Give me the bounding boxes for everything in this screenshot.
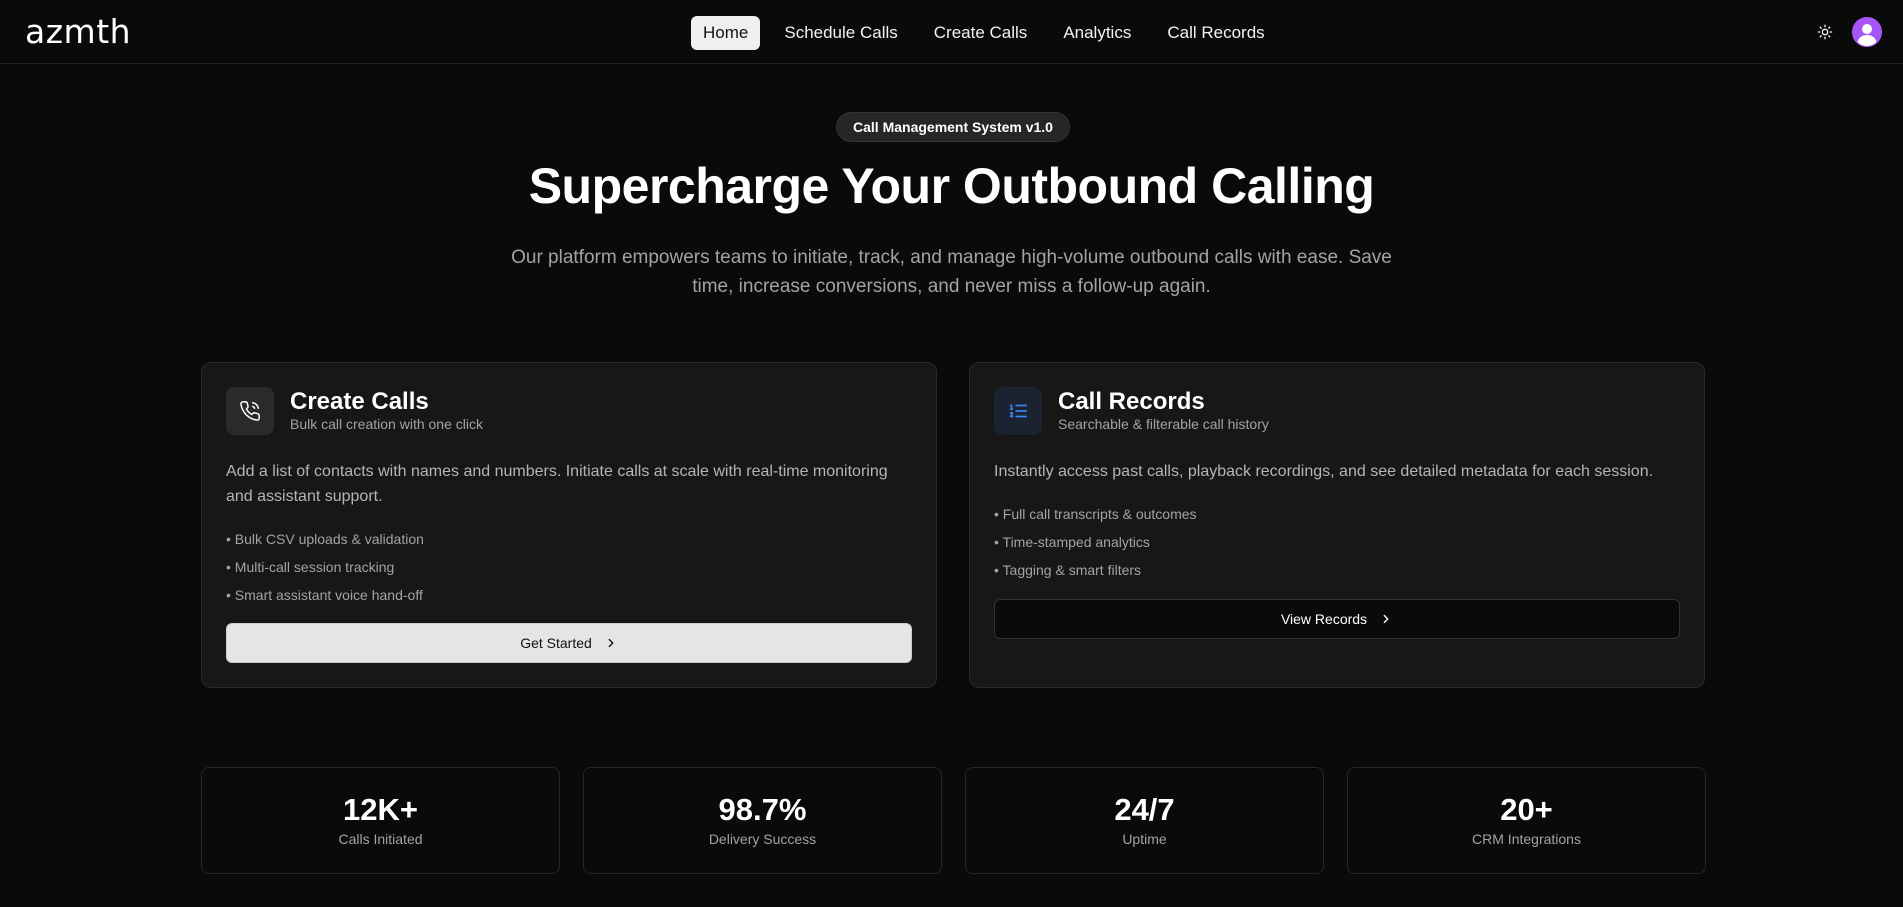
main-nav: Home Schedule Calls Create Calls Analyti… xyxy=(691,16,1277,50)
card-title: Call Records xyxy=(1058,388,1205,415)
feature-item: • Full call transcripts & outcomes xyxy=(994,506,1197,522)
list-ordered-icon xyxy=(1009,404,1028,418)
button-label: View Records xyxy=(1280,611,1368,627)
feature-item: • Smart assistant voice hand-off xyxy=(226,587,423,603)
nav-item-analytics[interactable]: Analytics xyxy=(1051,16,1143,50)
feature-list: • Bulk CSV uploads & validation • Multi-… xyxy=(226,525,424,609)
stat-card-uptime: 24/7 Uptime xyxy=(965,767,1324,874)
stat-card-calls-initiated: 12K+ Calls Initiated xyxy=(201,767,560,874)
chevron-right-icon xyxy=(608,638,614,648)
call-records-card: Call Records Searchable & filterable cal… xyxy=(969,362,1705,688)
stat-value: 12K+ xyxy=(343,792,418,827)
sun-icon xyxy=(1817,24,1833,40)
version-badge: Call Management System v1.0 xyxy=(836,112,1070,142)
app-logo[interactable]: azmth xyxy=(25,12,131,51)
chevron-right-icon xyxy=(1383,614,1389,624)
user-avatar[interactable] xyxy=(1852,17,1882,47)
create-calls-card: Create Calls Bulk call creation with one… xyxy=(201,362,937,688)
card-description: Instantly access past calls, playback re… xyxy=(994,463,1654,480)
nav-item-create-calls[interactable]: Create Calls xyxy=(922,16,1040,50)
nav-item-call-records[interactable]: Call Records xyxy=(1155,16,1276,50)
stat-value: 98.7% xyxy=(718,792,807,827)
top-nav-bar: azmth Home Schedule Calls Create Calls A… xyxy=(0,0,1903,64)
stat-label: Delivery Success xyxy=(708,831,817,847)
hero-subtitle: Our platform empowers teams to initiate,… xyxy=(511,247,1392,297)
stat-label: CRM Integrations xyxy=(1472,831,1581,847)
card-icon-container xyxy=(994,387,1042,435)
feature-item: • Multi-call session tracking xyxy=(226,559,395,575)
theme-toggle-button[interactable] xyxy=(1815,22,1835,42)
stat-value: 24/7 xyxy=(1114,792,1175,827)
card-title: Create Calls xyxy=(290,388,429,415)
feature-item: • Bulk CSV uploads & validation xyxy=(226,531,424,547)
hero-title: Supercharge Your Outbound Calling xyxy=(528,158,1375,214)
card-description: Add a list of contacts with names and nu… xyxy=(226,463,888,505)
feature-item: • Time-stamped analytics xyxy=(994,534,1150,550)
user-avatar-icon xyxy=(1852,17,1882,47)
card-subtitle: Searchable & filterable call history xyxy=(1058,416,1269,432)
card-subtitle: Bulk call creation with one click xyxy=(290,416,483,432)
stat-card-delivery-success: 98.7% Delivery Success xyxy=(583,767,942,874)
get-started-button[interactable]: Get Started xyxy=(226,623,912,663)
nav-item-home[interactable]: Home xyxy=(691,16,761,50)
view-records-button[interactable]: View Records xyxy=(994,599,1680,639)
stat-label: Uptime xyxy=(1122,831,1167,847)
stat-card-crm-integrations: 20+ CRM Integrations xyxy=(1347,767,1706,874)
card-icon-container xyxy=(226,387,274,435)
button-label: Get Started xyxy=(520,635,592,651)
feature-list: • Full call transcripts & outcomes • Tim… xyxy=(994,500,1197,584)
stat-value: 20+ xyxy=(1500,792,1553,827)
phone-icon xyxy=(240,401,260,421)
stat-label: Calls Initiated xyxy=(338,831,423,847)
nav-item-schedule-calls[interactable]: Schedule Calls xyxy=(772,16,909,50)
feature-item: • Tagging & smart filters xyxy=(994,562,1142,578)
